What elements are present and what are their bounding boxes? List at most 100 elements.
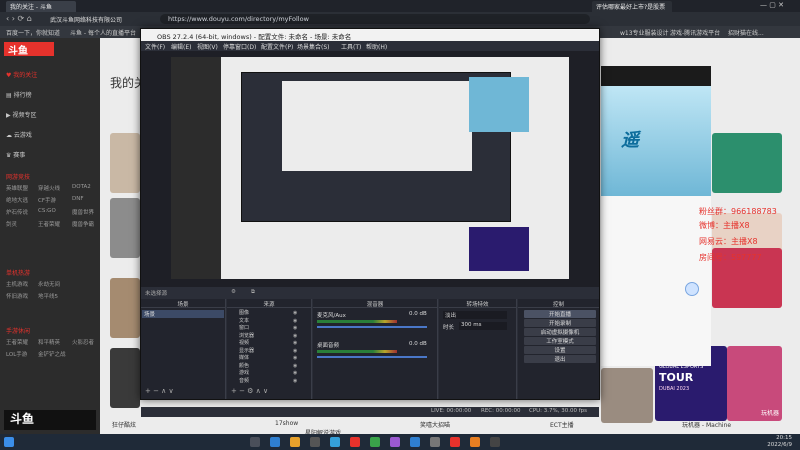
category-link[interactable]: 穿越火线 bbox=[38, 184, 60, 192]
source-item[interactable]: 视频 bbox=[239, 340, 254, 348]
menu-tools[interactable]: 工具(T) bbox=[341, 42, 361, 51]
url-input[interactable]: https://www.douyu.com/directory/myFollow bbox=[160, 14, 590, 24]
category-link[interactable]: 魔兽争霸 bbox=[72, 220, 94, 228]
bookmark-item[interactable]: 百度一下，你就知道 bbox=[6, 28, 60, 37]
menu-profile[interactable]: 配置文件(P) bbox=[261, 42, 293, 51]
settings-button[interactable]: 设置 bbox=[524, 346, 596, 354]
source-item[interactable]: 音频 bbox=[239, 378, 254, 386]
taskbar-app-icon[interactable] bbox=[310, 437, 320, 447]
category-link[interactable]: DNF bbox=[72, 196, 84, 202]
menu-file[interactable]: 文件(F) bbox=[145, 42, 165, 51]
source-list[interactable]: 图像 文本 窗口 浏览器 视频 显示器 媒体 颜色 游戏 音频 bbox=[239, 310, 254, 385]
player-toolbar[interactable] bbox=[601, 66, 711, 86]
category-link[interactable]: 剑灵 bbox=[6, 220, 17, 228]
refresh-icon[interactable] bbox=[685, 282, 699, 296]
scene-add-remove-icons[interactable]: + − ∧ ∨ bbox=[145, 387, 174, 395]
bookmark-item[interactable]: w13专业服装设计 bbox=[620, 28, 669, 37]
taskbar-app-icon[interactable] bbox=[270, 437, 280, 447]
source-item[interactable]: 图像 bbox=[239, 310, 254, 318]
clock[interactable]: 20:15 2022/6/9 bbox=[752, 435, 792, 449]
stream-card[interactable]: 玩机器 bbox=[727, 346, 782, 421]
source-item[interactable]: 文本 bbox=[239, 318, 254, 326]
category-link[interactable]: 和平精英 bbox=[38, 338, 60, 346]
category-link[interactable]: 绝地大逃 bbox=[6, 196, 28, 204]
window-controls[interactable]: — ▢ ✕ bbox=[760, 1, 784, 9]
nav-item[interactable]: ☁ 云游戏 bbox=[6, 130, 32, 139]
taskbar-app-icon[interactable] bbox=[290, 437, 300, 447]
category-link[interactable]: CF手游 bbox=[38, 196, 56, 204]
filter-icon[interactable]: ⧉ bbox=[251, 289, 255, 296]
taskbar-app-icon[interactable] bbox=[470, 437, 480, 447]
properties-gear-icon[interactable]: ⚙ bbox=[231, 289, 236, 295]
stream-card[interactable] bbox=[110, 133, 140, 193]
card-title[interactable]: ECT主播 bbox=[550, 420, 574, 429]
card-title[interactable]: 17show bbox=[275, 420, 298, 427]
card-title[interactable]: 玩机器 - Machine bbox=[682, 420, 731, 429]
stream-card[interactable] bbox=[110, 278, 140, 338]
stream-card[interactable] bbox=[601, 368, 653, 423]
category-link[interactable]: 永劫无间 bbox=[38, 280, 60, 288]
source-add-remove-icons[interactable]: + − ⚙ ∧ ∨ bbox=[231, 387, 268, 395]
category-link[interactable]: 魔兽世界 bbox=[72, 208, 94, 216]
exit-button[interactable]: 退出 bbox=[524, 355, 596, 363]
studio-mode-button[interactable]: 工作室模式 bbox=[524, 337, 596, 345]
visibility-eye-icons[interactable]: ◉ ◉ ◉ ◉ ◉ ◉ ◉ ◉ ◉ ◉ bbox=[293, 310, 297, 385]
category-link[interactable]: 主机游戏 bbox=[6, 280, 28, 288]
category-link[interactable]: 英雄联盟 bbox=[6, 184, 28, 192]
category-link[interactable]: DOTA2 bbox=[72, 184, 91, 190]
volume-slider[interactable] bbox=[317, 356, 427, 358]
taskbar-app-icon[interactable] bbox=[350, 437, 360, 447]
start-icon[interactable] bbox=[4, 437, 14, 447]
bookmark-item[interactable]: 招财猫在线... bbox=[728, 28, 764, 37]
source-item[interactable]: 游戏 bbox=[239, 370, 254, 378]
taskbar-app-icon[interactable] bbox=[490, 437, 500, 447]
menu-docks[interactable]: 停靠窗口(D) bbox=[223, 42, 256, 51]
tab-stock[interactable]: 评估哪家最好上市?是股票 bbox=[592, 1, 672, 12]
nav-item[interactable]: ♥ 我的关注 bbox=[6, 70, 37, 79]
nav-item[interactable]: ♛ 赛事 bbox=[6, 150, 25, 159]
virtual-camera-button[interactable]: 启动虚拟摄像机 bbox=[524, 328, 596, 336]
source-item[interactable]: 浏览器 bbox=[239, 333, 254, 341]
category-link[interactable]: 金铲铲之战 bbox=[38, 350, 66, 358]
back-forward-icons[interactable]: ‹ › ⟳ ⌂ bbox=[6, 14, 32, 23]
card-title[interactable]: 笑嘻大招喵 bbox=[420, 420, 450, 429]
taskbar-app-icon[interactable] bbox=[430, 437, 440, 447]
taskbar-app-icon[interactable] bbox=[450, 437, 460, 447]
category-link[interactable]: LOL手游 bbox=[6, 350, 27, 358]
menu-help[interactable]: 帮助(H) bbox=[366, 42, 387, 51]
menu-scene-collection[interactable]: 场景集合(S) bbox=[297, 42, 330, 51]
tab-my-follow[interactable]: 我的关注 - 斗鱼 bbox=[6, 1, 76, 12]
category-link[interactable]: 王者荣耀 bbox=[6, 338, 28, 346]
start-streaming-button[interactable]: 开始直播 bbox=[524, 310, 596, 318]
taskbar-app-icon[interactable] bbox=[250, 437, 260, 447]
source-item[interactable]: 显示器 bbox=[239, 348, 254, 356]
source-item[interactable]: 媒体 bbox=[239, 355, 254, 363]
taskbar-app-icon[interactable] bbox=[330, 437, 340, 447]
volume-slider[interactable] bbox=[317, 326, 427, 328]
taskbar-app-icon[interactable] bbox=[410, 437, 420, 447]
menu-edit[interactable]: 编辑(E) bbox=[171, 42, 191, 51]
source-item[interactable]: 窗口 bbox=[239, 325, 254, 333]
stream-video[interactable]: 遥 bbox=[601, 86, 711, 196]
card-title[interactable]: 狂仔酷炫 bbox=[112, 420, 136, 429]
bookmark-item[interactable]: 斗鱼 - 每个人的直播平台 bbox=[70, 28, 136, 37]
category-link[interactable]: 怀旧游戏 bbox=[6, 292, 28, 300]
bookmark-item[interactable]: 游戏-腾讯游戏平台 bbox=[670, 28, 720, 37]
nav-item[interactable]: ▶ 视频专区 bbox=[6, 110, 37, 119]
obs-preview-canvas[interactable] bbox=[141, 51, 599, 311]
stream-card[interactable] bbox=[110, 198, 140, 258]
menu-view[interactable]: 视图(V) bbox=[197, 42, 218, 51]
douyu-logo[interactable]: 斗鱼 bbox=[4, 42, 54, 57]
nav-item[interactable]: ▤ 排行榜 bbox=[6, 90, 32, 99]
source-item[interactable]: 颜色 bbox=[239, 363, 254, 371]
stream-card[interactable] bbox=[712, 133, 782, 193]
duration-input[interactable]: 300 ms bbox=[459, 322, 507, 330]
transition-select[interactable]: 淡出 bbox=[443, 311, 507, 319]
category-link[interactable]: CS:GO bbox=[38, 208, 56, 214]
scene-item[interactable]: 场景 bbox=[142, 310, 224, 318]
stream-card[interactable] bbox=[110, 348, 140, 408]
start-recording-button[interactable]: 开始录制 bbox=[524, 319, 596, 327]
category-link[interactable]: 火影忍者 bbox=[72, 338, 94, 346]
category-link[interactable]: 地平线5 bbox=[38, 292, 58, 300]
category-link[interactable]: 王者荣耀 bbox=[38, 220, 60, 228]
